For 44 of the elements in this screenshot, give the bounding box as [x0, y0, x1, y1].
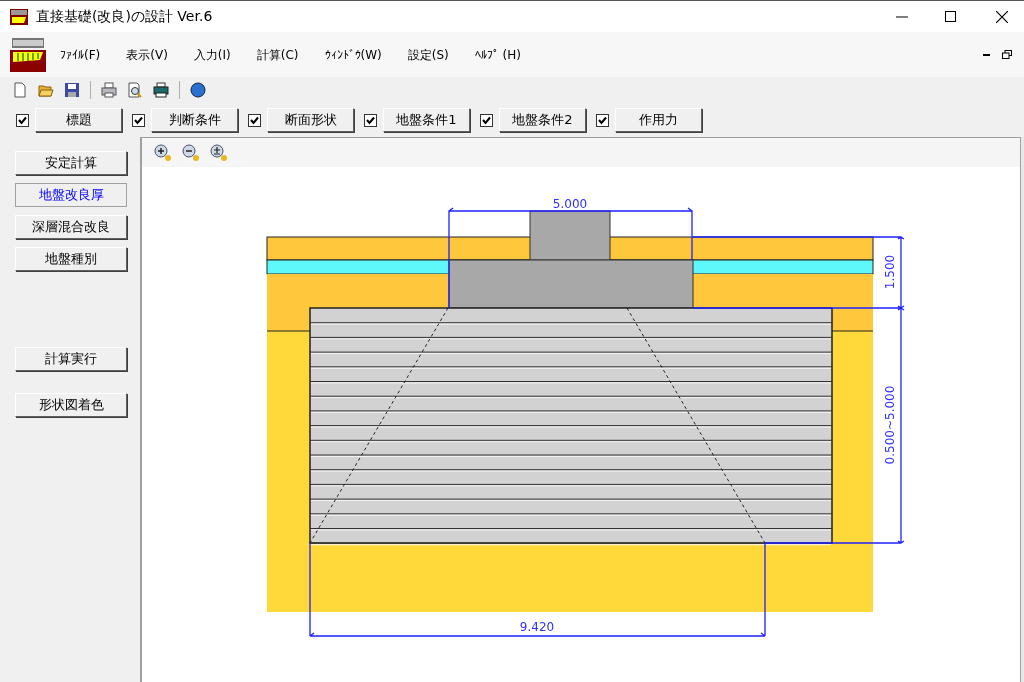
menu-item[interactable]: ｳｨﾝﾄﾞｳ(W): [324, 45, 382, 64]
menu-item[interactable]: 表示(V): [126, 45, 168, 64]
dimension-label: 5.000: [552, 197, 588, 211]
print-preview-icon[interactable]: [127, 82, 143, 98]
open-folder-icon[interactable]: [38, 82, 54, 98]
side-button[interactable]: 地盤改良厚: [15, 183, 127, 207]
section-button[interactable]: 作用力: [615, 108, 702, 132]
menu-item[interactable]: ﾌｧｲﾙ(F): [60, 45, 101, 64]
side-button[interactable]: 地盤種別: [15, 247, 127, 271]
zoom-in-icon[interactable]: [154, 143, 172, 162]
section-button[interactable]: 地盤条件2: [499, 108, 586, 132]
dimension-label: 9.420: [519, 620, 555, 634]
dimension-label: 0.500~5.000: [883, 385, 897, 465]
menu-item[interactable]: 設定(S): [407, 45, 449, 64]
action-button[interactable]: 形状図着色: [15, 393, 127, 417]
checkbox[interactable]: [132, 113, 145, 127]
side-button[interactable]: 安定計算: [15, 151, 127, 175]
section-button[interactable]: 断面形状: [267, 108, 354, 132]
section-button[interactable]: 標題: [35, 108, 122, 132]
menu-item[interactable]: 入力(I): [193, 45, 231, 64]
menu-item[interactable]: ﾍﾙﾌﾟ (H): [474, 45, 521, 64]
dimension-label: 1.500: [883, 254, 897, 290]
side-button[interactable]: 深層混合改良: [15, 215, 127, 239]
window-title: 直接基礎(改良)の設計 Ver.6: [36, 7, 213, 26]
save-icon[interactable]: [64, 82, 80, 98]
restore-icon[interactable]: [1002, 50, 1012, 59]
new-file-icon[interactable]: [12, 82, 28, 98]
checkbox[interactable]: [248, 113, 261, 127]
close-icon[interactable]: [996, 10, 1008, 23]
maximize-icon[interactable]: [945, 11, 956, 22]
printer-icon[interactable]: [153, 82, 169, 98]
zoom-reset-icon[interactable]: [210, 143, 228, 162]
checkbox[interactable]: [16, 113, 29, 127]
section-button[interactable]: 地盤条件1: [383, 108, 470, 132]
zoom-out-icon[interactable]: [182, 143, 200, 162]
app-logo-icon: [10, 37, 46, 72]
section-button[interactable]: 判断条件: [151, 108, 238, 132]
checkbox[interactable]: [364, 113, 377, 127]
checkbox[interactable]: [596, 113, 609, 127]
action-button[interactable]: 計算実行: [15, 347, 127, 371]
app-icon: [10, 8, 28, 25]
checkbox[interactable]: [480, 113, 493, 127]
minimize-icon[interactable]: [983, 53, 990, 56]
menu-item[interactable]: 計算(C): [256, 45, 299, 64]
